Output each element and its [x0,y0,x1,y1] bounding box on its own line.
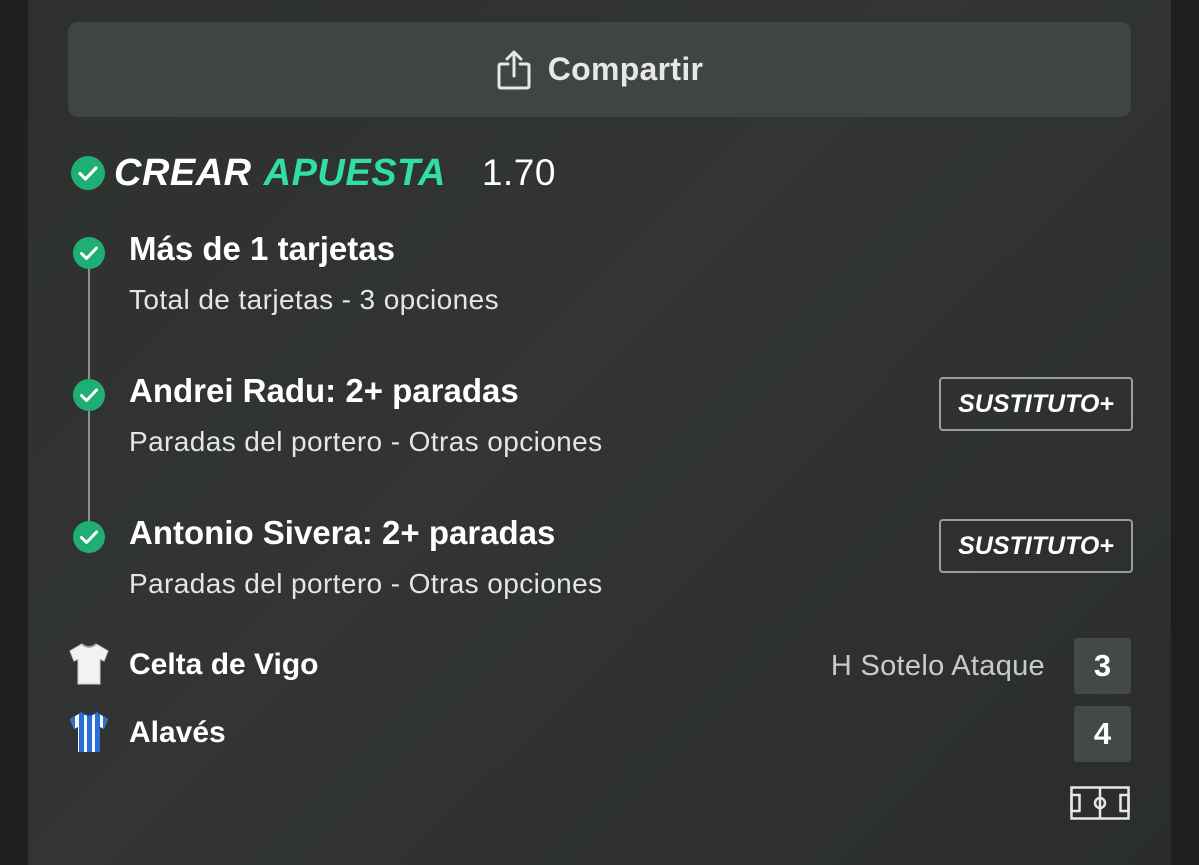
team-name: Celta de Vigo [129,648,319,681]
share-label: Compartir [547,51,704,87]
bet-leg-title: Más de 1 tarjetas [129,230,395,267]
check-circle-icon [73,379,105,411]
team-score: 4 [1074,706,1131,762]
check-circle-icon [73,237,105,269]
blue-striped-shirt-icon [70,711,108,752]
white-shirt-icon [69,643,109,685]
team-row: Celta de Vigo H Sotelo Ataque 3 [68,638,1131,694]
bet-leg-subtitle: Paradas del portero - Otras opciones [129,426,603,457]
bet-leg-title: Antonio Sivera: 2+ paradas [129,514,556,551]
bet-builder-odds: 1.70 [481,152,556,193]
substitute-button[interactable]: SUSTITUTO+ [939,377,1133,431]
pitch-icon[interactable] [1070,786,1130,820]
check-circle-icon [71,156,105,190]
bet-builder-title-apuesta: APUESTA [263,151,446,194]
team-row: Alavés 4 [68,706,1131,762]
share-button[interactable]: Compartir [68,22,1131,117]
bet-leg-subtitle: Paradas del portero - Otras opciones [129,568,603,599]
substitute-button[interactable]: SUSTITUTO+ [939,519,1133,573]
page: Compartir CREAR APUESTA 1.70 Más de 1 ta… [0,0,1199,865]
bet-card: Compartir CREAR APUESTA 1.70 Más de 1 ta… [28,0,1171,865]
bet-leg-subtitle: Total de tarjetas - 3 opciones [129,284,499,315]
bet-builder-header: CREAR APUESTA 1.70 [70,150,556,196]
team-info: H Sotelo Ataque [830,650,1045,682]
share-icon [497,50,531,89]
team-score: 3 [1074,638,1131,694]
bet-leg-title: Andrei Radu: 2+ paradas [129,372,519,409]
bet-builder-title-crear: CREAR [114,151,252,194]
team-name: Alavés [129,716,226,749]
check-circle-icon [73,521,105,553]
